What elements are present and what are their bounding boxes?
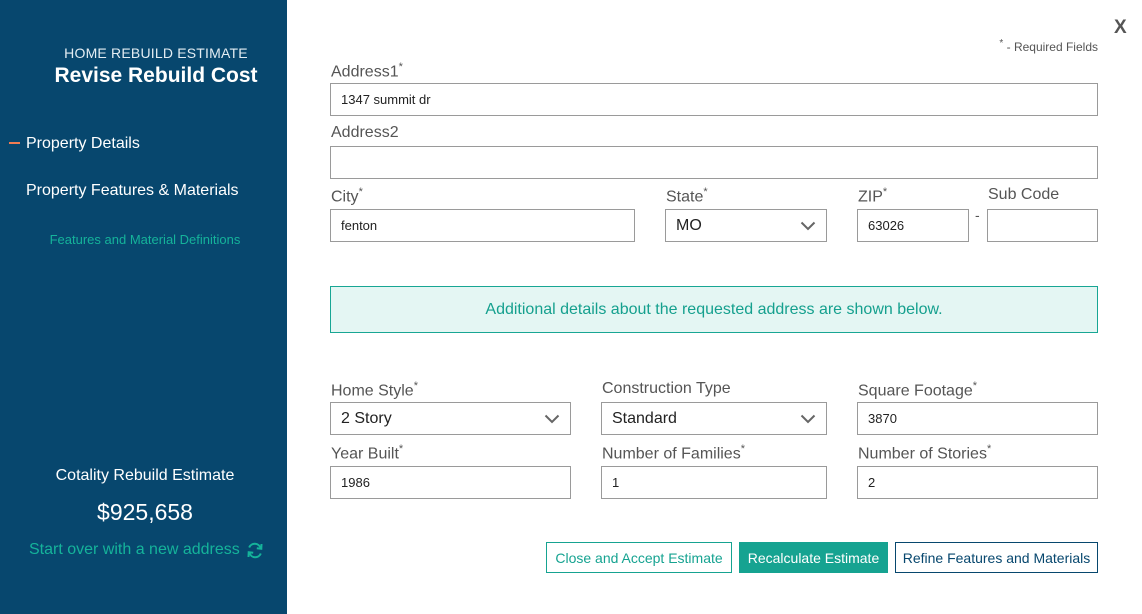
refresh-icon [247,542,263,558]
estimate-label: Cotality Rebuild Estimate [55,467,235,484]
address1-label-text: Address1 [331,63,399,81]
zip-label-text: ZIP [858,188,883,206]
required-fields-note: * - Required Fields [999,38,1098,54]
year-built-field[interactable]: 1986 [330,466,571,499]
state-label-text: State [666,188,704,206]
zip-label: ZIP* [858,186,887,206]
city-required: * [358,186,363,198]
construction-type-select[interactable]: Standard [601,402,827,435]
sidebar: HOME REBUILD ESTIMATE Revise Rebuild Cos… [0,0,287,614]
sidebar-title: Revise Rebuild Cost [54,64,258,87]
definitions-link[interactable]: Features and Material Definitions [0,232,290,247]
address1-value: 1347 summit dr [341,92,431,107]
zip-value: 63026 [868,218,905,233]
city-field[interactable]: fenton [330,209,635,242]
zip-required: * [882,186,888,198]
construction-type-value: Standard [612,409,677,427]
required-note-text: - Required Fields [1003,40,1098,54]
state-select[interactable]: MO [665,209,827,242]
square-footage-field[interactable]: 3870 [857,402,1098,435]
close-button[interactable]: X [1114,17,1127,39]
zip-separator: - [975,207,980,223]
sub-code-label: Sub Code [988,186,1060,203]
year-built-label: Year Built* [331,443,403,463]
number-of-stories-label: Number of Stories* [858,443,991,463]
city-label-text: City [331,188,359,206]
home-style-required: * [413,380,418,392]
number-of-stories-required: * [986,443,992,455]
refine-features-button[interactable]: Refine Features and Materials [895,542,1098,573]
year-built-value: 1986 [341,475,370,490]
square-footage-label: Square Footage* [858,380,977,400]
city-value: fenton [341,218,378,233]
home-style-label-text: Home Style [331,382,414,400]
home-style-label: Home Style* [331,380,418,400]
number-of-stories-label-text: Number of Stories [858,445,987,463]
state-value: MO [676,216,702,234]
state-required: * [703,186,708,198]
square-footage-required: * [972,380,978,392]
sidebar-eyebrow: HOME REBUILD ESTIMATE [64,45,248,61]
address2-label: Address2 [331,124,399,141]
start-over-link[interactable]: Start over with a new address [29,541,264,559]
address1-field[interactable]: 1347 summit dr [330,83,1098,116]
address1-label: Address1* [331,61,403,81]
number-of-stories-value: 2 [868,475,876,490]
chevron-down-icon [800,221,816,230]
number-of-families-required: * [740,443,745,455]
info-banner: Additional details about the requested a… [330,286,1098,333]
number-of-stories-field[interactable]: 2 [857,466,1098,499]
construction-type-label: Construction Type [602,380,731,397]
zip-field[interactable]: 63026 [857,209,969,242]
home-style-value: 2 Story [341,409,392,427]
number-of-families-label-text: Number of Families [602,445,741,463]
home-style-select[interactable]: 2 Story [330,402,571,435]
close-accept-button[interactable]: Close and Accept Estimate [546,542,732,573]
square-footage-label-text: Square Footage [858,382,973,400]
number-of-families-field[interactable]: 1 [601,466,827,499]
estimate-value: $925,658 [97,499,193,525]
address2-field[interactable] [330,146,1098,179]
start-over-label: Start over with a new address [29,541,240,558]
city-label: City* [331,186,363,206]
active-nav-marker [9,142,20,144]
recalculate-button[interactable]: Recalculate Estimate [739,542,888,573]
number-of-families-value: 1 [612,475,620,490]
year-built-required: * [398,443,404,455]
chevron-down-icon [544,414,560,423]
square-footage-value: 3870 [868,411,897,426]
address1-required: * [398,61,403,73]
number-of-families-label: Number of Families* [602,443,745,463]
chevron-down-icon [800,414,816,423]
state-label: State* [666,186,708,206]
year-built-label-text: Year Built [331,445,399,463]
sidebar-item-property-details[interactable]: Property Details [26,135,140,153]
sub-code-field[interactable] [987,209,1098,242]
sidebar-item-property-features[interactable]: Property Features & Materials [26,182,239,200]
